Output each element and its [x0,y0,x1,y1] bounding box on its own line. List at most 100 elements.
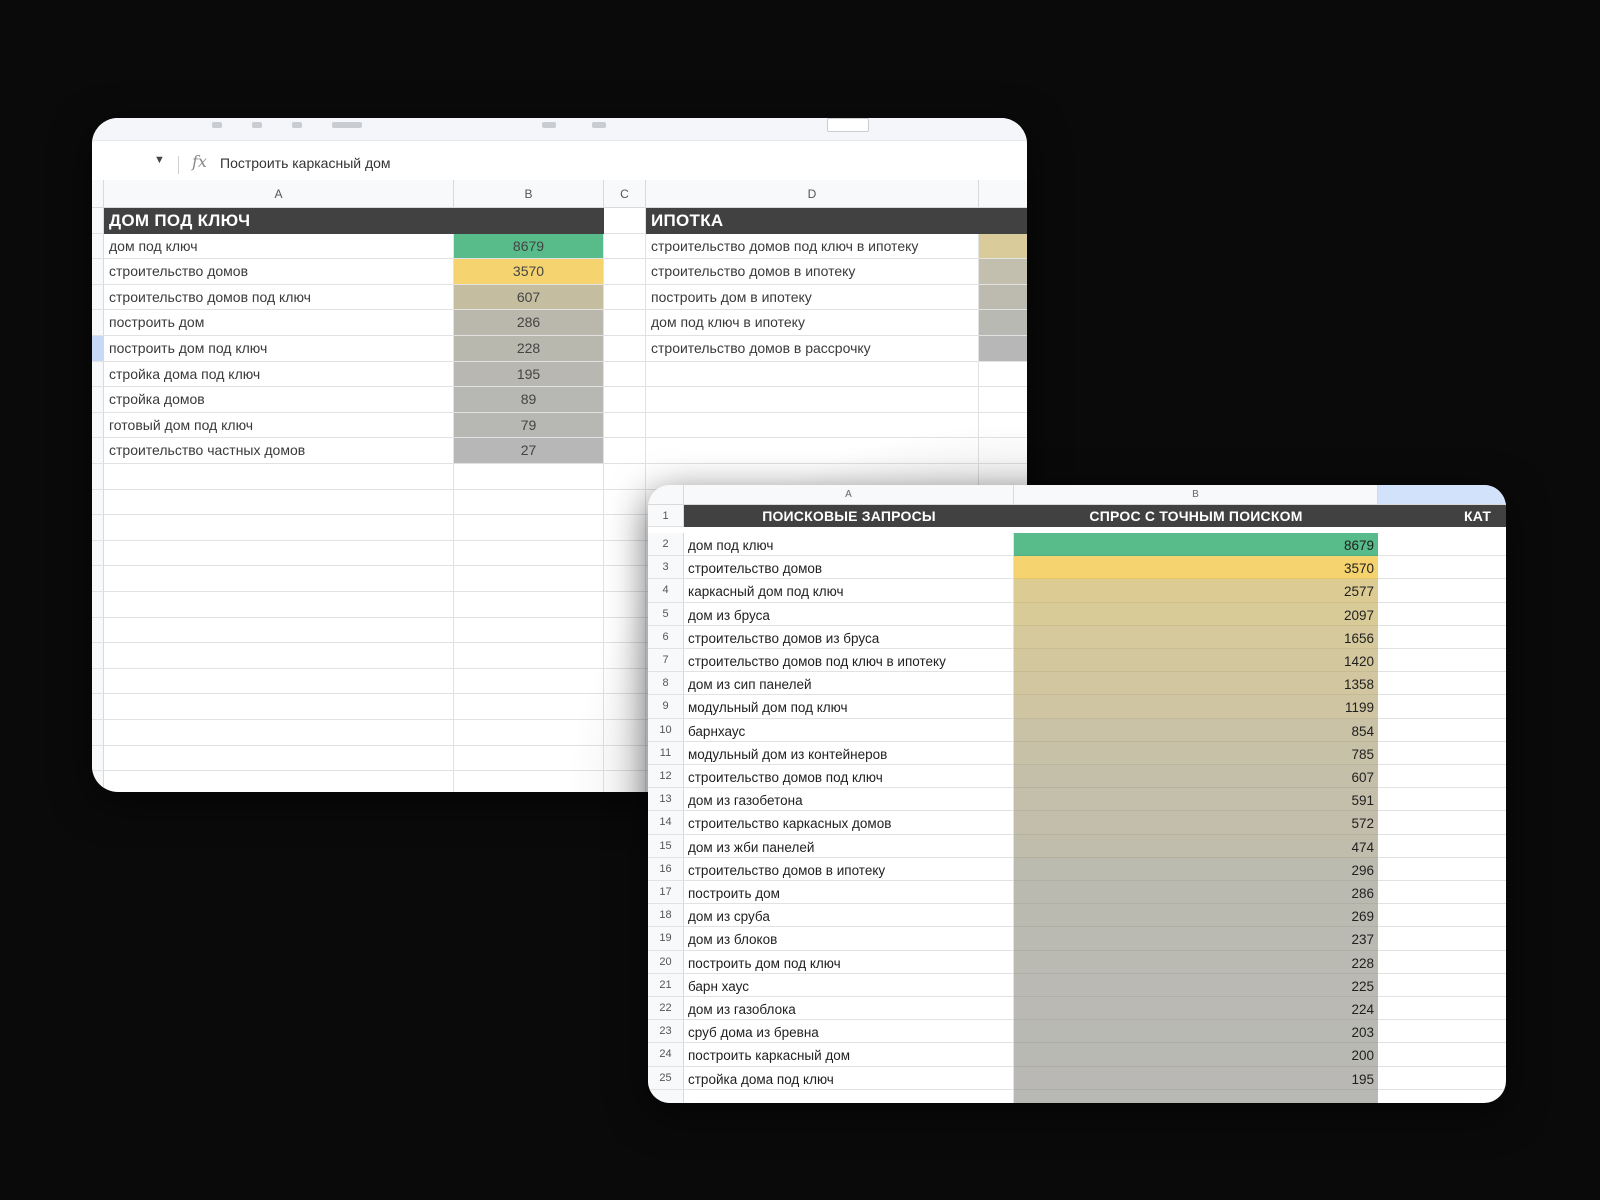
cell[interactable] [604,566,646,592]
row-number[interactable]: 10 [648,718,684,742]
category-cell[interactable] [1378,1020,1506,1044]
category-cell[interactable] [1378,1090,1506,1103]
demand-cell[interactable]: 2097 [1014,602,1378,626]
row-header[interactable] [92,412,104,439]
cell[interactable] [604,694,646,720]
cell[interactable] [454,720,604,746]
demand-cell[interactable]: 607 [1014,765,1378,789]
row-header[interactable] [92,361,104,388]
mortgage-query-cell[interactable]: дом под ключ в ипотеку [646,310,979,336]
mortgage-demand-cell[interactable] [979,233,1027,260]
demand-cell[interactable]: 200 [1014,1043,1378,1067]
cell[interactable] [454,566,604,592]
cell[interactable] [604,233,646,260]
row-number[interactable]: 13 [648,788,684,812]
demand-cell[interactable]: 474 [1014,834,1378,858]
cell[interactable] [104,617,454,644]
mortgage-query-cell[interactable]: строительство домов под ключ в ипотеку [646,233,979,260]
demand-cell[interactable] [1014,1089,1378,1103]
category-cell[interactable] [1378,649,1506,673]
row-number[interactable]: 6 [648,625,684,649]
query-cell[interactable]: дом под ключ [684,533,1014,557]
row-number[interactable]: 14 [648,811,684,835]
query-cell[interactable] [684,1089,1014,1103]
row-number[interactable]: 20 [648,950,684,974]
query-cell[interactable]: стройка домов [104,387,454,413]
column-header-e[interactable] [979,180,1027,208]
row-number[interactable]: 21 [648,973,684,997]
row-number[interactable]: 22 [648,997,684,1021]
cell[interactable] [104,643,454,669]
row-number[interactable]: 7 [648,649,684,673]
query-cell[interactable]: строительство домов под ключ [104,284,454,311]
column-header-b[interactable]: B [454,180,604,208]
row-number[interactable]: 19 [648,927,684,951]
demand-cell[interactable]: 854 [1014,718,1378,742]
category-cell[interactable] [1378,765,1506,789]
cell[interactable] [454,489,604,516]
column-header-a[interactable]: A [684,485,1014,505]
row-header[interactable] [92,515,104,541]
row-header[interactable] [92,284,104,311]
row-number[interactable]: 23 [648,1020,684,1044]
query-cell[interactable]: дом из сип панелей [684,672,1014,696]
cell[interactable] [604,668,646,695]
cell[interactable] [604,310,646,336]
query-cell[interactable]: строительство домов [684,556,1014,580]
demand-cell[interactable]: 195 [454,361,604,388]
cell[interactable] [979,413,1027,439]
cell[interactable] [604,336,646,362]
category-cell[interactable] [1378,927,1506,951]
row-header[interactable] [92,643,104,669]
row-number[interactable] [648,1089,684,1103]
cell[interactable] [454,617,604,644]
mortgage-demand-cell[interactable] [979,284,1027,311]
row-header[interactable] [92,566,104,592]
demand-cell[interactable]: 79 [454,412,604,439]
demand-cell[interactable]: 27 [454,438,604,464]
cell[interactable] [104,694,454,720]
cell[interactable] [104,668,454,695]
cell[interactable] [104,489,454,516]
query-cell[interactable]: стройка дома под ключ [104,361,454,388]
demand-cell[interactable]: 286 [1014,881,1378,905]
cell[interactable] [104,566,454,592]
row-number[interactable]: 24 [648,1043,684,1067]
demand-cell[interactable]: 1199 [1014,695,1378,719]
cell[interactable] [646,412,979,439]
toolbar-icon[interactable] [252,122,262,128]
query-cell[interactable]: модульный дом из контейнеров [684,741,1014,765]
row-header[interactable] [92,592,104,618]
query-cell[interactable]: барн хаус [684,973,1014,997]
row-number[interactable]: 9 [648,695,684,719]
cell[interactable] [604,259,646,285]
cell[interactable] [604,515,646,541]
query-cell[interactable]: дом из жби панелей [684,834,1014,858]
demand-cell[interactable]: 1358 [1014,672,1378,696]
query-cell[interactable]: строительство домов [104,259,454,285]
cell[interactable] [646,438,979,464]
cell[interactable] [604,412,646,439]
query-cell[interactable]: построить каркасный дом [684,1043,1014,1067]
row-header[interactable] [92,771,104,792]
cell[interactable] [454,745,604,772]
cell[interactable] [604,745,646,772]
demand-cell[interactable]: 785 [1014,741,1378,765]
cell[interactable] [604,540,646,567]
cell[interactable] [604,489,646,516]
category-cell[interactable] [1378,1043,1506,1067]
formula-input[interactable]: Построить каркасный дом [220,155,391,171]
demand-cell[interactable]: 224 [1014,997,1378,1021]
column-header-b[interactable]: B [1014,485,1378,505]
category-cell[interactable] [1378,603,1506,626]
query-cell[interactable]: построить дом под ключ [684,950,1014,974]
cell[interactable] [979,362,1027,388]
query-cell[interactable]: строительство домов под ключ в ипотеку [684,649,1014,673]
query-cell[interactable]: модульный дом под ключ [684,695,1014,719]
cell[interactable] [604,720,646,746]
cell[interactable] [979,387,1027,413]
demand-cell[interactable]: 225 [1014,973,1378,997]
query-cell[interactable]: строительство домов в ипотеку [684,857,1014,881]
query-cell[interactable]: дом из сруба [684,904,1014,928]
category-cell[interactable] [1378,811,1506,835]
